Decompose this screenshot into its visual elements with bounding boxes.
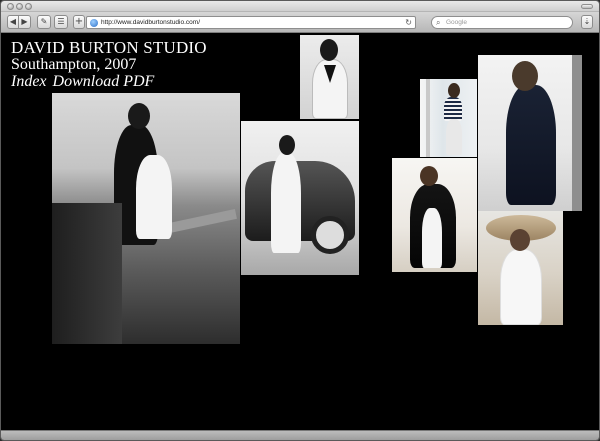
location-caption: Southampton, 2007 — [11, 56, 137, 73]
site-nav: Index Download PDF — [11, 73, 207, 90]
search-icon: ⌕ — [436, 18, 441, 27]
model-head — [448, 83, 460, 98]
minimize-window-button[interactable] — [16, 3, 23, 10]
address-bar[interactable]: ↻ — [86, 16, 416, 29]
browser-toolbar: ◀ ▶ ✎ ☰ + ↻ ⌕ ⇣ — [1, 12, 599, 33]
model-dress — [136, 155, 172, 239]
window-frame — [426, 79, 430, 157]
model-head — [128, 103, 150, 129]
search-bar[interactable]: ⌕ — [431, 16, 573, 29]
photo-vintage-car[interactable] — [241, 121, 359, 275]
status-bar — [1, 430, 599, 440]
close-window-button[interactable] — [7, 3, 14, 10]
photo-navy-top[interactable] — [478, 55, 582, 211]
pencil-icon: ✎ — [40, 17, 48, 26]
edit-button[interactable]: ✎ — [37, 15, 51, 29]
grass — [52, 203, 122, 344]
search-input[interactable] — [446, 17, 566, 28]
toolbar-toggle-button[interactable] — [581, 4, 593, 9]
forward-button[interactable]: ▶ — [19, 15, 31, 29]
photo-window-stripes[interactable] — [420, 79, 477, 157]
model-head — [510, 229, 530, 251]
car-wheel — [311, 216, 349, 254]
white-shirt — [500, 249, 542, 325]
globe-icon — [90, 19, 98, 27]
page-content: DAVID BURTON STUDIO Southampton, 2007 In… — [1, 34, 599, 430]
wall-edge — [572, 55, 582, 211]
model-head — [512, 61, 538, 91]
reload-icon[interactable]: ↻ — [405, 17, 412, 28]
zoom-window-button[interactable] — [25, 3, 32, 10]
back-button[interactable]: ◀ — [7, 15, 19, 29]
white-trousers — [422, 208, 442, 268]
site-header: DAVID BURTON STUDIO Southampton, 2007 In… — [11, 39, 207, 90]
bookmarks-button[interactable]: ☰ — [54, 15, 68, 29]
photo-vneck-sweater[interactable] — [300, 35, 359, 119]
navy-outfit — [506, 85, 556, 205]
down-arrow-icon: ⇣ — [583, 17, 591, 26]
nav-download-pdf-link[interactable]: Download PDF — [53, 73, 155, 90]
model-head — [279, 135, 295, 155]
title-bar — [1, 1, 599, 12]
photo-beach-cardigan[interactable] — [392, 158, 477, 272]
white-pants — [446, 119, 462, 155]
vneck-stripe — [324, 65, 336, 83]
url-input[interactable] — [101, 17, 391, 28]
model-head — [320, 39, 338, 61]
photo-boardwalk-coat[interactable] — [52, 93, 240, 344]
browser-window: ◀ ▶ ✎ ☰ + ↻ ⌕ ⇣ DAVID BURTON STUDIO Sout… — [0, 0, 600, 441]
triangle-right-icon: ▶ — [21, 17, 28, 26]
book-icon: ☰ — [57, 17, 65, 26]
triangle-left-icon: ◀ — [9, 17, 17, 26]
model-head — [420, 166, 438, 186]
downloads-button[interactable]: ⇣ — [581, 15, 593, 29]
studio-title: DAVID BURTON STUDIO — [11, 38, 207, 57]
striped-top — [444, 97, 462, 121]
photo-sun-hat[interactable] — [478, 211, 563, 325]
model-coat — [271, 153, 301, 253]
plus-icon: + — [74, 16, 84, 27]
add-bookmark-button[interactable]: + — [73, 15, 85, 29]
nav-index-link[interactable]: Index — [11, 73, 47, 90]
